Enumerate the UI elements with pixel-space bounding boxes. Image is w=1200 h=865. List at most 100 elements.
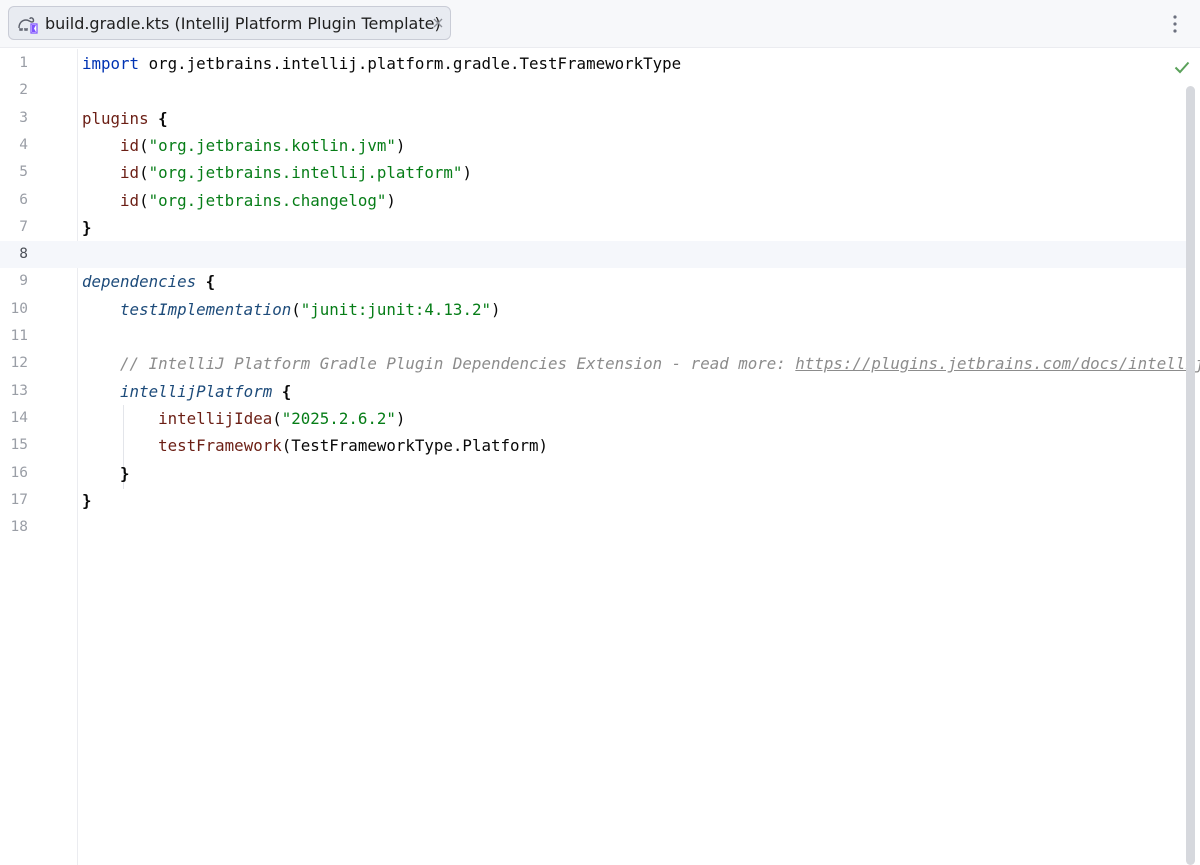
- function-call: intellijIdea: [158, 408, 273, 428]
- function-call: testFramework: [158, 436, 282, 456]
- string-literal: "org.jetbrains.kotlin.jvm": [148, 135, 396, 155]
- tab-build-gradle-kts[interactable]: build.gradle.kts (IntelliJ Platform Plug…: [8, 6, 451, 40]
- code-line[interactable]: 15 testFramework(TestFrameworkType.Platf…: [0, 432, 1186, 459]
- brace: }: [82, 217, 92, 237]
- code-line[interactable]: 13 intellijPlatform {: [0, 378, 1186, 405]
- line-number: 13: [10, 382, 28, 399]
- code-line[interactable]: 7}: [0, 214, 1186, 241]
- code-text: ): [395, 408, 406, 428]
- code-line[interactable]: 17}: [0, 487, 1186, 514]
- line-number: 17: [10, 491, 28, 508]
- code-line[interactable]: 3 plugins {: [0, 105, 1186, 132]
- code-content: plugins {: [82, 105, 168, 132]
- code-line[interactable]: 1 import org.jetbrains.intellij.platform.…: [0, 50, 1186, 77]
- code-text: ): [462, 163, 472, 183]
- code-text: (: [139, 163, 149, 183]
- code-content: intellijPlatform {: [82, 378, 291, 405]
- brace: {: [205, 272, 216, 292]
- code-line[interactable]: 2: [0, 77, 1186, 104]
- code-content: id("org.jetbrains.changelog"): [82, 187, 396, 214]
- editor-tab-bar: build.gradle.kts (IntelliJ Platform Plug…: [0, 0, 1200, 48]
- line-number: 11: [10, 328, 28, 344]
- string-literal: "2025.2.6.2": [281, 408, 396, 428]
- line-number: 7: [19, 218, 28, 235]
- line-number: 3: [19, 109, 28, 126]
- extension-call: dependencies: [82, 272, 197, 292]
- code-line[interactable]: 8: [0, 241, 1186, 268]
- line-number: 16: [10, 464, 28, 481]
- code-text: (TestFrameworkType.Platform): [281, 436, 549, 456]
- code-line[interactable]: 11: [0, 323, 1186, 350]
- line-number: 6: [19, 191, 28, 208]
- code-text: (: [291, 299, 301, 319]
- brace: {: [281, 381, 292, 401]
- code-content: import org.jetbrains.intellij.platform.g…: [82, 50, 681, 77]
- gradle-kotlin-file-icon: [17, 14, 39, 34]
- string-literal: "org.jetbrains.changelog": [148, 190, 387, 210]
- close-icon[interactable]: [430, 15, 446, 31]
- extension-call: intellijPlatform: [120, 381, 273, 401]
- string-literal: "junit:junit:4.13.2": [300, 299, 491, 319]
- code-content: }: [82, 460, 130, 487]
- code-line[interactable]: 18: [0, 514, 1186, 541]
- code-text: (: [139, 190, 149, 210]
- line-number: 15: [10, 437, 28, 454]
- code-content: }: [82, 214, 92, 241]
- code-content: // IntelliJ Platform Gradle Plugin Depen…: [82, 350, 1200, 377]
- code-text: ): [395, 135, 406, 155]
- extension-call: testImplementation: [120, 299, 292, 319]
- code-text: (: [272, 408, 282, 428]
- line-number: 10: [10, 300, 28, 317]
- code-editor[interactable]: 1 import org.jetbrains.intellij.platform.…: [0, 49, 1200, 865]
- line-number: 18: [10, 519, 28, 536]
- line-number: 2: [19, 82, 28, 99]
- code-line[interactable]: 5 id("org.jetbrains.intellij.platform"): [0, 159, 1186, 186]
- code-line[interactable]: 10 testImplementation("junit:junit:4.13.…: [0, 296, 1186, 323]
- function-call: id: [120, 190, 140, 210]
- brace: }: [120, 463, 130, 483]
- vertical-scrollbar[interactable]: [1186, 86, 1195, 865]
- more-vertical-icon[interactable]: [1166, 12, 1184, 36]
- code-line[interactable]: 14 intellijIdea("2025.2.6.2"): [0, 405, 1186, 432]
- line-number: 9: [19, 273, 28, 290]
- line-number: 1: [19, 55, 28, 71]
- code-comment: // IntelliJ Platform Gradle Plugin Depen…: [120, 354, 796, 374]
- editor-window: build.gradle.kts (IntelliJ Platform Plug…: [0, 0, 1200, 865]
- doc-link[interactable]: https://plugins.jetbrains.com/docs/intel…: [795, 354, 1200, 373]
- code-content: }: [82, 487, 92, 514]
- line-number: 12: [10, 355, 28, 372]
- code-content: id("org.jetbrains.intellij.platform"): [82, 159, 472, 186]
- code-line[interactable]: 16 }: [0, 460, 1186, 487]
- code-content: id("org.jetbrains.kotlin.jvm"): [82, 132, 405, 159]
- code-line[interactable]: 6 id("org.jetbrains.changelog"): [0, 187, 1186, 214]
- brace: {: [158, 108, 168, 128]
- brace: }: [82, 490, 92, 510]
- tab-title: build.gradle.kts (IntelliJ Platform Plug…: [45, 14, 441, 33]
- code-content: intellijIdea("2025.2.6.2"): [82, 405, 405, 432]
- code-line[interactable]: 9 dependencies {: [0, 268, 1186, 295]
- code-text: org.jetbrains.intellij.platform.gradle.T…: [139, 54, 682, 73]
- code-content: dependencies {: [82, 268, 215, 295]
- line-number: 14: [10, 409, 28, 426]
- code-text: ): [490, 299, 501, 319]
- function-call: plugins: [82, 108, 149, 128]
- code-content: testFramework(TestFrameworkType.Platform…: [82, 432, 548, 459]
- line-number: 5: [19, 164, 28, 181]
- code-line[interactable]: 4 id("org.jetbrains.kotlin.jvm"): [0, 132, 1186, 159]
- function-call: id: [120, 135, 140, 155]
- code-content: testImplementation("junit:junit:4.13.2"): [82, 296, 501, 323]
- code-line[interactable]: 12 // IntelliJ Platform Gradle Plugin De…: [0, 350, 1200, 377]
- keyword: import: [82, 54, 140, 73]
- checkmark-icon[interactable]: [1173, 58, 1191, 76]
